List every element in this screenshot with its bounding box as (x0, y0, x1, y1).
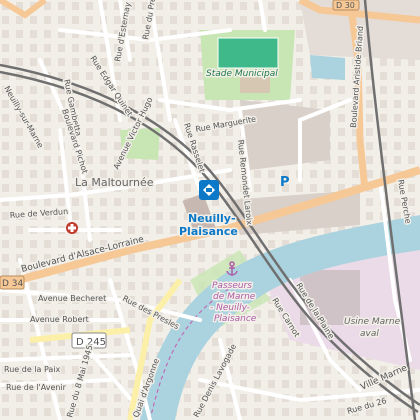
street-avenue-becheret: Avenue Becheret (38, 294, 106, 303)
parking-icon[interactable]: P (280, 175, 290, 190)
street-avenue-robert: Avenue Robert (30, 315, 89, 324)
station-label-line2: Plaisance (179, 225, 238, 238)
road-label-d30: D 30 (336, 1, 355, 10)
map-canvas[interactable]: D 34 D 245 D 30 Avenue Victor Hugo Rue E… (0, 0, 420, 420)
hospital-icon[interactable] (66, 222, 78, 234)
street-rue-de-la-paix: Rue de la Paix (4, 365, 61, 374)
place-usine-line2: aval (360, 329, 379, 339)
poi-passeurs-line4: Plaisance (214, 314, 257, 324)
road-label-d34: D 34 (2, 279, 24, 289)
place-stade-municipal: Stade Municipal (206, 69, 278, 79)
poi-passeurs-line3: - Neuilly- (210, 303, 250, 313)
poi-passeurs-line1: Passeurs (212, 281, 252, 291)
poi-passeurs-line2: de Marne (213, 292, 256, 302)
svg-text:P: P (280, 175, 290, 190)
place-la-maltournee: La Maltournée (75, 176, 154, 189)
football-pitch (217, 37, 279, 69)
place-usine-line1: Usine Marne (344, 317, 401, 327)
street-rue-de-lavenir: Rue de l'Avenir (6, 383, 67, 392)
map-svg: D 34 D 245 D 30 Avenue Victor Hugo Rue E… (0, 0, 420, 420)
commercial-zone (240, 100, 330, 170)
station-label-line1: Neuilly- (188, 212, 236, 225)
train-station-icon[interactable] (199, 180, 219, 200)
pond (310, 55, 345, 80)
